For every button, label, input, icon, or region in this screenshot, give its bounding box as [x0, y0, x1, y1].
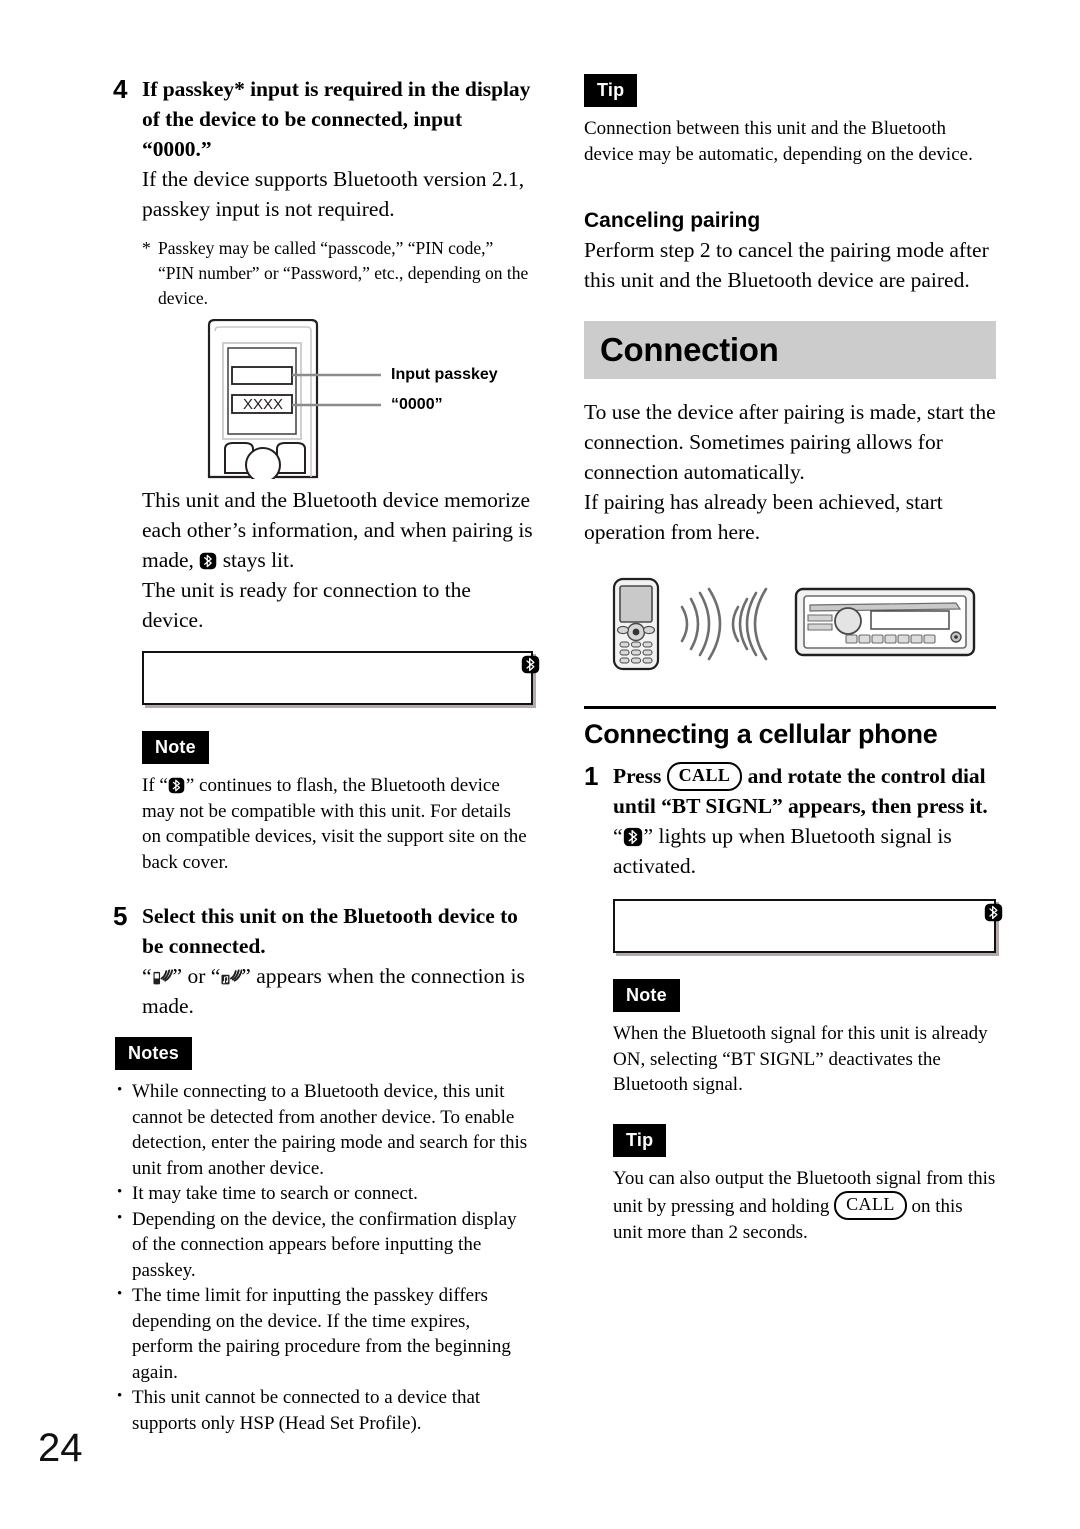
notes-badge: Notes — [115, 1037, 193, 1070]
bluetooth-icon — [623, 825, 644, 847]
car-stereo-graphic — [794, 587, 976, 657]
note-text-b: ” continues to flash, the Bluetooth devi… — [142, 775, 527, 873]
audio-signal-icon — [220, 964, 243, 985]
pairing-result-text-b: stays lit. — [222, 548, 295, 572]
list-item: This unit cannot be connected to a devic… — [115, 1384, 533, 1436]
section-banner-connection: Connection — [584, 321, 996, 379]
call-button[interactable]: CALL — [666, 762, 743, 791]
connecting-cellular-heading: Connecting a cellular phone — [584, 706, 996, 751]
note-bottom-badge-wrap: Note — [613, 979, 996, 1012]
cellphone-graphic — [612, 577, 660, 671]
step-1-title: Press CALL and rotate the control dial u… — [613, 761, 996, 821]
note-badge: Note — [613, 979, 680, 1012]
tip-badge: Tip — [613, 1123, 667, 1157]
wireless-waves-left — [680, 587, 722, 661]
tip-bottom-badge-wrap: Tip — [613, 1123, 996, 1157]
bluetooth-icon — [199, 548, 217, 570]
footnote-marker: * — [142, 238, 151, 258]
note-text-a: If “ — [142, 775, 168, 796]
step-1-text: “ ” lights up when Bluetooth signal is a… — [613, 821, 996, 881]
wireless-waves-right — [731, 587, 768, 661]
step-5: 5 Select this unit on the Bluetooth devi… — [113, 901, 533, 1021]
step-4-body: If passkey* input is required in the dis… — [142, 74, 533, 224]
left-column: 4 If passkey* input is required in the d… — [113, 74, 540, 1436]
unit-display-panel — [142, 651, 540, 705]
svg-text:XXXX: XXXX — [243, 396, 283, 413]
tip-top-badge-wrap: Tip — [584, 74, 996, 107]
tip-bottom-block: Tip You can also output the Bluetooth si… — [613, 1123, 996, 1246]
note-badge-wrap: Note — [142, 731, 533, 764]
connection-paragraph-1: To use the device after pairing is made,… — [584, 400, 996, 484]
note-bottom-block: Note When the Bluetooth signal for this … — [613, 979, 996, 1098]
pairing-ready-paragraph: The unit is ready for connection to the … — [142, 578, 471, 632]
step-4-number: 4 — [113, 74, 128, 104]
step-5-text: “ ” or “ ” appears when the connection i… — [142, 961, 533, 1021]
step-1-title-a: Press — [613, 764, 662, 788]
step-1-body: Press CALL and rotate the control dial u… — [613, 761, 996, 881]
unit-display-panel-bt — [613, 899, 1003, 953]
callout-0000: “0000” — [391, 396, 443, 413]
step-4-title: If passkey* input is required in the dis… — [142, 77, 531, 161]
canceling-pairing-heading: Canceling pairing — [584, 209, 761, 232]
canceling-pairing-text: Perform step 2 to cancel the pairing mod… — [584, 238, 989, 292]
step-5-title: Select this unit on the Bluetooth device… — [142, 904, 518, 958]
connection-paragraph-2: If pairing has already been achieved, st… — [584, 490, 943, 544]
canceling-pairing-block: Canceling pairing Perform step 2 to canc… — [584, 207, 996, 295]
display-bluetooth-icon — [984, 903, 1003, 927]
notes-badge-wrap: Notes — [115, 1037, 533, 1070]
list-item: The time limit for inputting the passkey… — [115, 1282, 533, 1385]
call-button[interactable]: CALL — [834, 1191, 907, 1220]
step-1-text-b: ” lights up when Bluetooth signal is act… — [613, 824, 952, 878]
step-5-number: 5 — [113, 901, 128, 931]
tip-top-block: Tip Connection between this unit and the… — [584, 74, 996, 167]
step-1-number: 1 — [584, 761, 599, 791]
step-1: 1 Press CALL and rotate the control dial… — [584, 761, 996, 881]
step-5-text-b: ” or “ — [172, 964, 221, 988]
tip-badge: Tip — [584, 74, 638, 107]
list-item: It may take time to search or connect. — [115, 1180, 533, 1207]
right-column: Tip Connection between this unit and the… — [584, 74, 1003, 1246]
notes-list: While connecting to a Bluetooth device, … — [115, 1078, 533, 1436]
passkey-phone-illustration: XXXX — [207, 318, 381, 483]
phone-signal-icon — [152, 964, 173, 985]
connection-illustration — [612, 577, 976, 671]
tip-top-text: Connection between this unit and the Blu… — [584, 118, 973, 165]
pairing-result-paragraph: This unit and the Bluetooth device memor… — [142, 485, 533, 575]
tip-bottom-text: You can also output the Bluetooth signal… — [613, 1166, 996, 1246]
step-5-text-a: “ — [142, 964, 152, 988]
step-1-text-a: “ — [613, 824, 623, 848]
note-badge: Note — [142, 731, 209, 764]
footnote-text: Passkey may be called “passcode,” “PIN c… — [158, 238, 529, 308]
figure-passkey-phone: XXXX Input passkey “0000” — [195, 318, 533, 483]
step-4-footnote: * Passkey may be called “passcode,” “PIN… — [142, 236, 533, 311]
bluetooth-icon — [168, 776, 186, 794]
figure-connection-devices — [596, 569, 996, 684]
step-4-text: If the device supports Bluetooth version… — [142, 167, 525, 221]
step-4: 4 If passkey* input is required in the d… — [113, 74, 533, 224]
manual-page: 4 If passkey* input is required in the d… — [0, 0, 1080, 1529]
page-number: 24 — [38, 1426, 83, 1470]
display-bluetooth-icon — [521, 655, 540, 679]
note-bottom-text: When the Bluetooth signal for this unit … — [613, 1023, 988, 1095]
list-item: While connecting to a Bluetooth device, … — [115, 1078, 533, 1181]
step-5-body: Select this unit on the Bluetooth device… — [142, 901, 533, 1021]
callout-input-passkey: Input passkey — [391, 366, 498, 383]
note-text-block: If “ ” continues to flash, the Bluetooth… — [142, 773, 533, 875]
list-item: Depending on the device, the confirmatio… — [115, 1206, 533, 1284]
